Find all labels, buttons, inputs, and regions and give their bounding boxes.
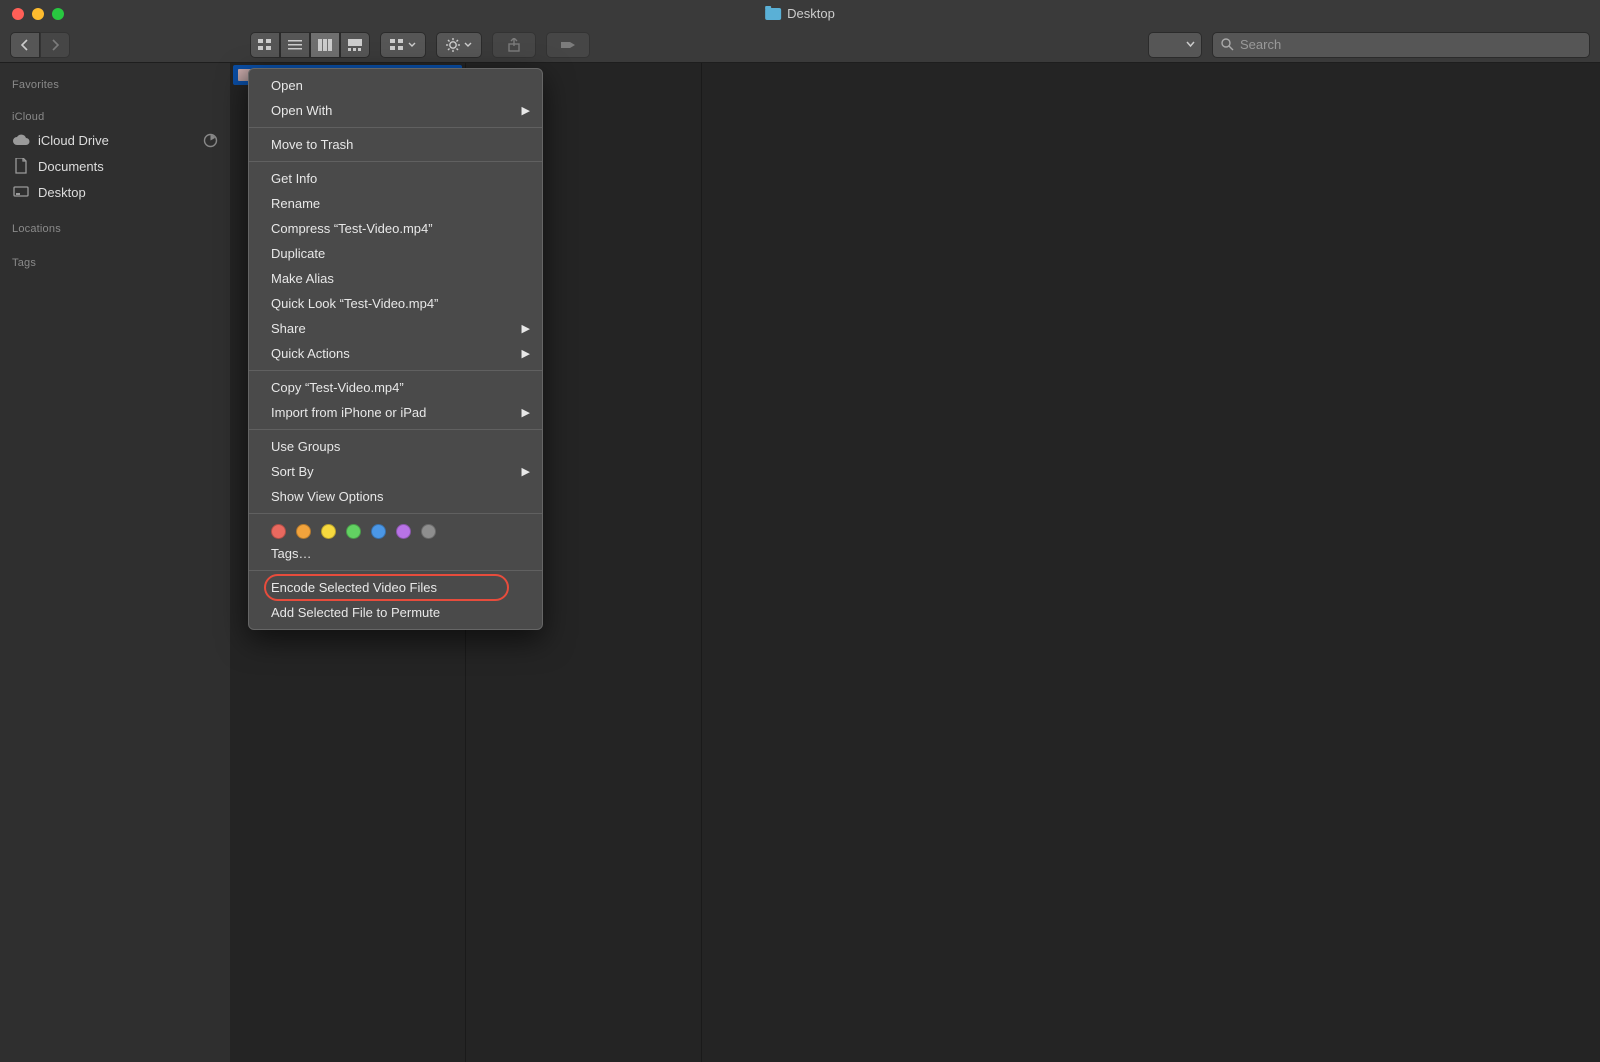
gallery-icon xyxy=(348,39,362,51)
context-menu-item-tags[interactable]: Tags… xyxy=(249,541,542,566)
tag-color-swatch[interactable] xyxy=(371,524,386,539)
sidebar-item-label: Desktop xyxy=(38,185,86,200)
submenu-arrow-icon: ▶ xyxy=(522,404,530,423)
search-icon xyxy=(1221,38,1234,51)
tag-color-swatch[interactable] xyxy=(296,524,311,539)
window-title-text: Desktop xyxy=(787,6,835,21)
search-placeholder: Search xyxy=(1240,37,1281,52)
tag-color-swatch[interactable] xyxy=(396,524,411,539)
submenu-arrow-icon: ▶ xyxy=(522,463,530,482)
context-menu-item[interactable]: Open With▶ xyxy=(249,98,542,123)
grid-arrange-icon xyxy=(390,39,404,51)
window-controls xyxy=(0,8,64,20)
grid-icon xyxy=(258,39,272,51)
sidebar-item-desktop[interactable]: Desktop xyxy=(0,179,230,205)
folder-icon xyxy=(765,8,781,20)
menu-separator xyxy=(249,127,542,128)
context-menu-item[interactable]: Quick Look “Test-Video.mp4” xyxy=(249,291,542,316)
arrange-button[interactable] xyxy=(380,32,426,58)
search-input[interactable]: Search xyxy=(1212,32,1590,58)
edit-tags-button[interactable] xyxy=(546,32,590,58)
list-view-button[interactable] xyxy=(280,32,310,58)
sidebar-item-documents[interactable]: Documents xyxy=(0,153,230,179)
close-window-button[interactable] xyxy=(12,8,24,20)
sort-dropdown[interactable] xyxy=(1148,32,1202,58)
share-button[interactable] xyxy=(492,32,536,58)
titlebar: Desktop xyxy=(0,0,1600,27)
chevron-down-icon xyxy=(408,42,416,48)
zoom-window-button[interactable] xyxy=(52,8,64,20)
submenu-arrow-icon: ▶ xyxy=(522,320,530,339)
tag-color-row xyxy=(249,518,542,541)
list-icon xyxy=(288,39,302,51)
tag-icon xyxy=(560,39,576,51)
sidebar: Favorites iCloud iCloud Drive Documents … xyxy=(0,63,230,1062)
context-menu-item[interactable]: Rename xyxy=(249,191,542,216)
context-menu-item[interactable]: Open xyxy=(249,73,542,98)
context-menu-item[interactable]: Copy “Test-Video.mp4” xyxy=(249,375,542,400)
column-view-button[interactable] xyxy=(310,32,340,58)
context-menu-item[interactable]: Share▶ xyxy=(249,316,542,341)
context-menu-item[interactable]: Duplicate xyxy=(249,241,542,266)
share-icon xyxy=(508,38,520,52)
sync-progress-icon xyxy=(203,133,218,148)
context-menu-item[interactable]: Use Groups xyxy=(249,434,542,459)
icon-view-button[interactable] xyxy=(250,32,280,58)
view-mode-group xyxy=(250,32,370,58)
context-menu-item[interactable]: Show View Options xyxy=(249,484,542,509)
sidebar-item-label: iCloud Drive xyxy=(38,133,109,148)
sidebar-section-favorites: Favorites xyxy=(0,73,230,95)
main-area: Favorites iCloud iCloud Drive Documents … xyxy=(0,63,1600,1062)
cloud-icon xyxy=(12,131,30,149)
forward-button[interactable] xyxy=(40,32,70,58)
menu-separator xyxy=(249,161,542,162)
submenu-arrow-icon: ▶ xyxy=(522,345,530,364)
context-menu-item[interactable]: Make Alias xyxy=(249,266,542,291)
tag-color-swatch[interactable] xyxy=(421,524,436,539)
tag-color-swatch[interactable] xyxy=(346,524,361,539)
sidebar-section-icloud: iCloud xyxy=(0,105,230,127)
toolbar: Search xyxy=(0,27,1600,63)
submenu-arrow-icon: ▶ xyxy=(522,102,530,121)
menu-separator xyxy=(249,370,542,371)
sidebar-item-icloud-drive[interactable]: iCloud Drive xyxy=(0,127,230,153)
context-menu-item[interactable]: Get Info xyxy=(249,166,542,191)
window-title: Desktop xyxy=(765,6,835,21)
action-button[interactable] xyxy=(436,32,482,58)
tag-color-swatch[interactable] xyxy=(321,524,336,539)
sidebar-section-locations: Locations xyxy=(0,217,230,239)
document-icon xyxy=(12,157,30,175)
context-menu-item[interactable]: Encode Selected Video Files xyxy=(249,575,542,600)
chevron-down-icon xyxy=(464,42,472,48)
context-menu-item[interactable]: Sort By▶ xyxy=(249,459,542,484)
chevron-down-icon xyxy=(1186,41,1195,48)
gear-icon xyxy=(446,38,460,52)
context-menu: OpenOpen With▶ Move to Trash Get InfoRenam… xyxy=(248,68,543,630)
menu-separator xyxy=(249,513,542,514)
sidebar-section-tags: Tags xyxy=(0,251,230,273)
context-menu-item[interactable]: Import from iPhone or iPad▶ xyxy=(249,400,542,425)
gallery-view-button[interactable] xyxy=(340,32,370,58)
minimize-window-button[interactable] xyxy=(32,8,44,20)
columns-icon xyxy=(318,39,332,51)
tag-color-swatch[interactable] xyxy=(271,524,286,539)
menu-separator xyxy=(249,570,542,571)
context-menu-item[interactable]: Add Selected File to Permute xyxy=(249,600,542,625)
sidebar-item-label: Documents xyxy=(38,159,104,174)
back-button[interactable] xyxy=(10,32,40,58)
desktop-icon xyxy=(12,183,30,201)
menu-separator xyxy=(249,429,542,430)
context-menu-item[interactable]: Quick Actions▶ xyxy=(249,341,542,366)
context-menu-item[interactable]: Move to Trash xyxy=(249,132,542,157)
context-menu-item[interactable]: Compress “Test-Video.mp4” xyxy=(249,216,542,241)
